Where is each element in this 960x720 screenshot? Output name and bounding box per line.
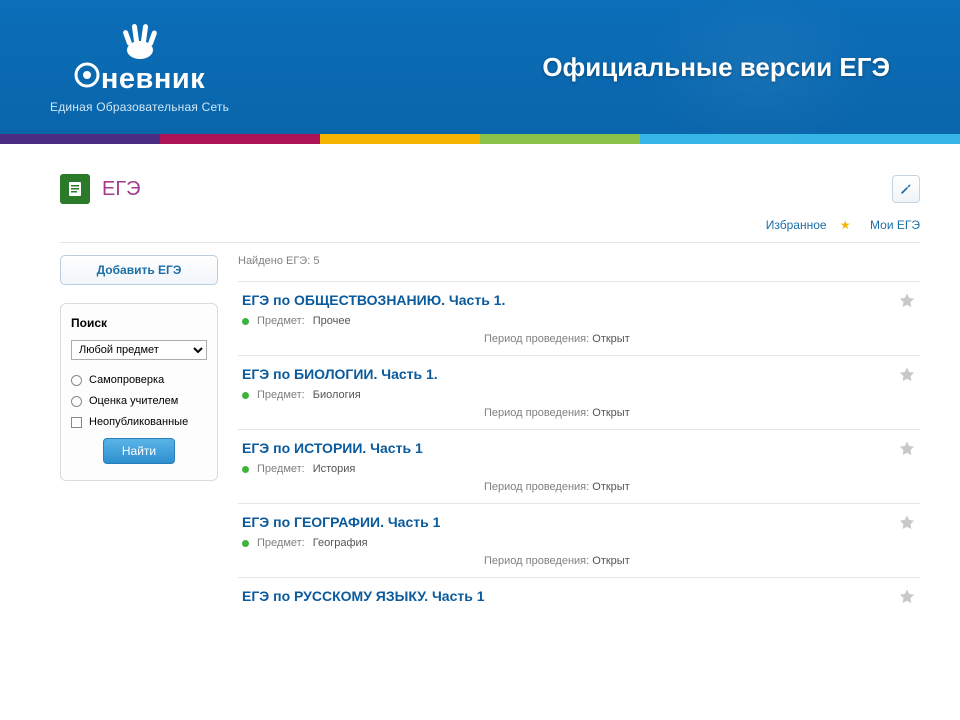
result-item: ЕГЭ по ОБЩЕСТВОЗНАНИЮ. Часть 1. Предмет:…: [238, 281, 920, 355]
period-value: Открыт: [592, 333, 629, 345]
star-outline-icon: [898, 514, 916, 532]
result-title-link[interactable]: ЕГЭ по ИСТОРИИ. Часть 1: [242, 440, 423, 456]
status-dot-icon: [242, 540, 249, 547]
filter-label: Оценка учителем: [89, 395, 178, 407]
add-ege-button[interactable]: Добавить ЕГЭ: [60, 255, 218, 285]
subject-select[interactable]: Любой предмет: [71, 340, 207, 360]
results-count: Найдено ЕГЭ: 5: [238, 255, 920, 267]
subject-label: Предмет:: [257, 389, 305, 401]
my-ege-link[interactable]: Мои ЕГЭ: [870, 218, 920, 232]
stripe-segment: [0, 134, 160, 144]
status-dot-icon: [242, 392, 249, 399]
page-links: Избранное ★ Мои ЕГЭ: [60, 212, 920, 243]
subject-value: История: [313, 463, 356, 475]
result-item: ЕГЭ по ИСТОРИИ. Часть 1 Предмет: История…: [238, 429, 920, 503]
period-value: Открыт: [592, 481, 629, 493]
logo-d-icon: [74, 62, 100, 88]
settings-button[interactable]: [892, 175, 920, 203]
wrench-icon: [897, 180, 915, 198]
page-title: ЕГЭ: [102, 178, 141, 201]
filter-unpublished[interactable]: Неопубликованные: [71, 416, 207, 428]
subject-value: Биология: [313, 389, 361, 401]
filter-teacher[interactable]: Оценка учителем: [71, 395, 207, 407]
star-outline-icon: [898, 292, 916, 310]
result-title-link[interactable]: ЕГЭ по БИОЛОГИИ. Часть 1.: [242, 366, 438, 382]
star-outline-icon: [898, 588, 916, 606]
result-title-link[interactable]: ЕГЭ по ГЕОГРАФИИ. Часть 1: [242, 514, 440, 530]
result-item: ЕГЭ по БИОЛОГИИ. Часть 1. Предмет: Биоло…: [238, 355, 920, 429]
subject-value: Прочее: [313, 315, 351, 327]
result-item: ЕГЭ по ГЕОГРАФИИ. Часть 1 Предмет: Геогр…: [238, 503, 920, 577]
results-column: Найдено ЕГЭ: 5 ЕГЭ по ОБЩЕСТВОЗНАНИЮ. Ча…: [238, 255, 920, 621]
favorite-star-button[interactable]: [898, 514, 916, 532]
header-title: Официальные версии ЕГЭ: [542, 52, 890, 83]
stripe-segment: [320, 134, 480, 144]
favorite-star-button[interactable]: [898, 440, 916, 458]
status-dot-icon: [242, 318, 249, 325]
subject-label: Предмет:: [257, 463, 305, 475]
filter-label: Самопроверка: [89, 374, 164, 386]
favorite-star-button[interactable]: [898, 292, 916, 310]
document-icon: [60, 174, 90, 204]
radio-icon: [71, 375, 82, 386]
period-label: Период проведения:: [484, 555, 589, 567]
star-outline-icon: [898, 366, 916, 384]
sidebar: Добавить ЕГЭ Поиск Любой предмет Самопро…: [60, 255, 218, 621]
filter-selfcheck[interactable]: Самопроверка: [71, 374, 207, 386]
subject-value: География: [313, 537, 368, 549]
subject-label: Предмет:: [257, 537, 305, 549]
radio-icon: [71, 396, 82, 407]
search-panel: Поиск Любой предмет Самопроверка Оценка …: [60, 303, 218, 481]
checkbox-icon: [71, 417, 82, 428]
search-title: Поиск: [71, 316, 207, 330]
period-label: Период проведения:: [484, 333, 589, 345]
brand-logo: невник Единая Образовательная Сеть: [50, 20, 229, 114]
brand-title: невник: [101, 63, 205, 96]
brand-subtitle: Единая Образовательная Сеть: [50, 100, 229, 114]
period-label: Период проведения:: [484, 407, 589, 419]
period-value: Открыт: [592, 555, 629, 567]
favorite-star-button[interactable]: [898, 588, 916, 606]
period-value: Открыт: [592, 407, 629, 419]
period-label: Период проведения:: [484, 481, 589, 493]
favorites-link[interactable]: Избранное: [766, 218, 827, 232]
find-button[interactable]: Найти: [103, 438, 175, 464]
result-title-link[interactable]: ЕГЭ по ОБЩЕСТВОЗНАНИЮ. Часть 1.: [242, 292, 505, 308]
status-dot-icon: [242, 466, 249, 473]
result-item: ЕГЭ по РУССКОМУ ЯЗЫКУ. Часть 1: [238, 577, 920, 621]
app-header: невник Единая Образовательная Сеть Офици…: [0, 0, 960, 134]
subject-label: Предмет:: [257, 315, 305, 327]
star-icon: ★: [840, 218, 851, 232]
result-title-link[interactable]: ЕГЭ по РУССКОМУ ЯЗЫКУ. Часть 1: [242, 588, 485, 604]
stripe-segment: [480, 134, 640, 144]
star-outline-icon: [898, 440, 916, 458]
hand-logo-icon: [116, 20, 164, 60]
stripe-segment: [160, 134, 320, 144]
filter-label: Неопубликованные: [89, 416, 188, 428]
favorite-star-button[interactable]: [898, 366, 916, 384]
